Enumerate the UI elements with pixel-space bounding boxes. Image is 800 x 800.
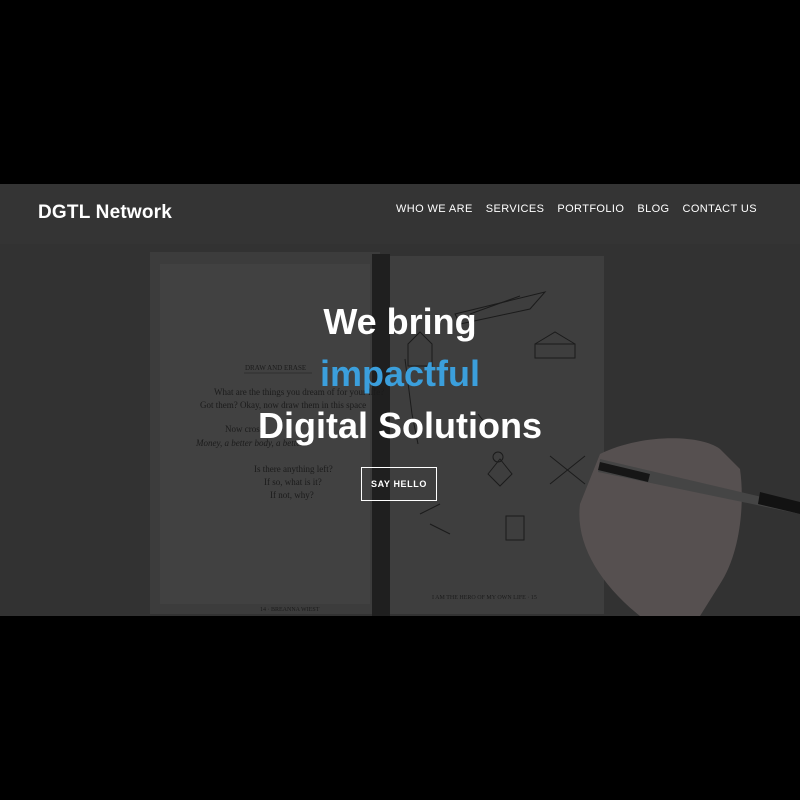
nav-link-services[interactable]: SERVICES xyxy=(486,203,545,215)
nav-link-who-we-are[interactable]: WHO WE ARE xyxy=(396,203,473,215)
headline-line-3: Digital Solutions xyxy=(258,405,542,446)
nav-link-portfolio[interactable]: PORTFOLIO xyxy=(557,203,624,215)
hero-headline: We bring impactful Digital Solutions xyxy=(0,296,800,452)
hero-section: DRAW AND ERASE What are the things you d… xyxy=(0,184,800,616)
nav-link-contact-us[interactable]: CONTACT US xyxy=(683,203,758,215)
headline-line-1: We bring xyxy=(323,301,477,342)
site-logo[interactable]: DGTL Network xyxy=(38,202,172,224)
say-hello-button[interactable]: SAY HELLO xyxy=(361,467,437,501)
headline-line-2-accent: impactful xyxy=(319,353,480,394)
nav-link-blog[interactable]: BLOG xyxy=(637,203,669,215)
main-nav: WHO WE ARE SERVICES PORTFOLIO BLOG CONTA… xyxy=(396,203,757,215)
